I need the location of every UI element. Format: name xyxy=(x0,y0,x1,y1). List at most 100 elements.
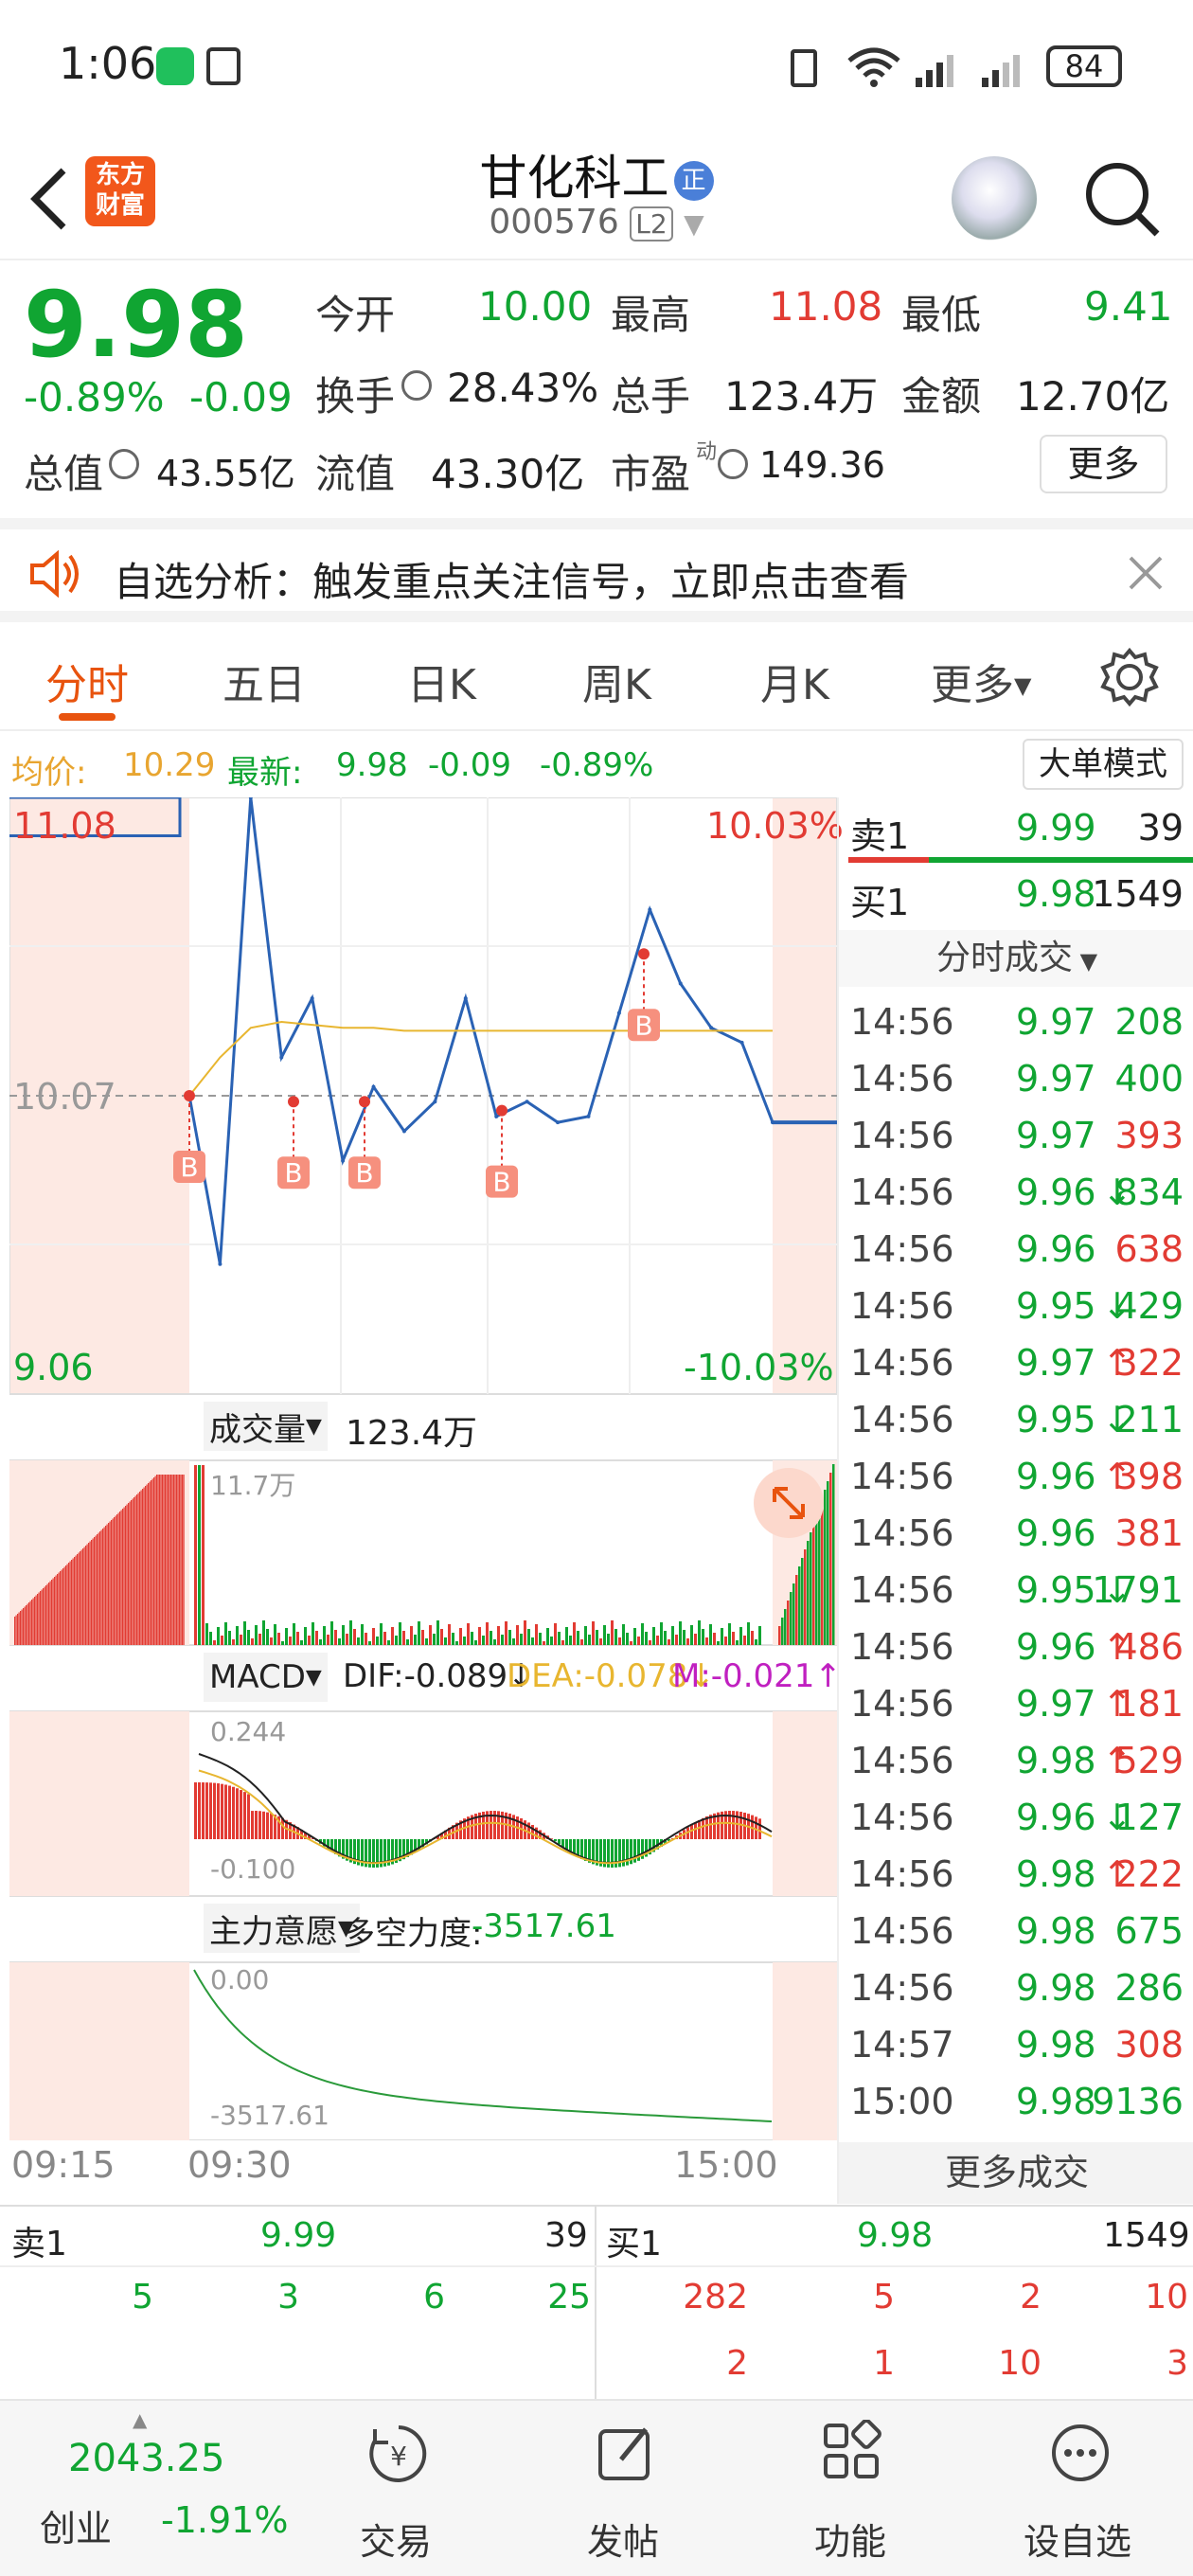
volume-bar xyxy=(330,1621,333,1645)
volume-bar xyxy=(23,1608,25,1645)
price-point xyxy=(616,1011,621,1015)
info-icon[interactable] xyxy=(401,370,432,401)
intraday-chart[interactable]: B B B B B 11.08 10.07 9.06 10.03% -10.03% 成交… xyxy=(9,796,844,2186)
volume-bar xyxy=(89,1541,91,1645)
trade-time: 14:56 xyxy=(850,1967,954,2009)
macd-bar xyxy=(758,1818,761,1839)
vibrate-icon xyxy=(791,49,817,87)
volume-bar xyxy=(743,1636,746,1645)
force-value: -3517.61 xyxy=(472,1907,616,1945)
volume-bar xyxy=(86,1544,88,1645)
volume-bar xyxy=(103,1527,105,1645)
pct-axis-high: 10.03% xyxy=(706,805,844,847)
volume-bar xyxy=(717,1641,720,1645)
price-axis-low: 9.06 xyxy=(13,1347,94,1388)
nav-post[interactable]: 发帖 xyxy=(528,2401,718,2576)
volume-bar xyxy=(801,1558,804,1645)
volume-bar xyxy=(41,1589,43,1645)
tab-daily-k[interactable]: 日K xyxy=(407,651,476,711)
settings-button[interactable] xyxy=(1098,646,1161,712)
volume-bar xyxy=(391,1627,394,1645)
trade-price: 9.97 xyxy=(1016,1001,1096,1043)
nav-functions[interactable]: 功能 xyxy=(756,2401,945,2576)
trade-row: 15:00 9.98 9136 xyxy=(850,2081,1191,2138)
volume-bar xyxy=(300,1640,303,1645)
sell1-label: 卖1 xyxy=(850,815,910,857)
index-ticker[interactable]: ▲ 2043.25 创业 -1.91% xyxy=(0,2401,303,2576)
more-button[interactable]: 更多 xyxy=(1040,435,1167,493)
info-icon[interactable] xyxy=(718,449,748,479)
force-selector[interactable]: 主力意愿 ▼ xyxy=(204,1904,360,1953)
volume-bar xyxy=(236,1626,239,1645)
volume-bar xyxy=(88,1543,90,1645)
volume-bar xyxy=(221,1636,223,1645)
expand-button[interactable] xyxy=(754,1468,824,1538)
volume-bar xyxy=(108,1523,110,1645)
trade-price: 9.96 xyxy=(1016,1456,1096,1497)
analysis-banner[interactable]: 自选分析：触发重点关注信号，立即点击查看 xyxy=(0,518,1193,622)
force-label: 多空力度: xyxy=(343,1915,483,1953)
volume-bar xyxy=(78,1552,80,1645)
volume-bar xyxy=(116,1514,118,1645)
volume-bar xyxy=(148,1483,150,1645)
depth-sell-price: 9.99 xyxy=(260,2216,337,2255)
tab-more[interactable]: 更多▼ xyxy=(931,651,1031,711)
price-point xyxy=(433,1100,437,1104)
nav-add-watchlist[interactable]: 设自选 xyxy=(983,2401,1172,2576)
depth-sell-cell: 25 xyxy=(547,2278,591,2317)
tab-intraday[interactable]: 分时 xyxy=(45,651,129,711)
volume-bar xyxy=(40,1591,42,1645)
volume-bar xyxy=(123,1507,125,1645)
volume-bar xyxy=(683,1630,686,1645)
volume-bar xyxy=(436,1620,439,1645)
volume-bar xyxy=(174,1475,176,1645)
volume-bar xyxy=(32,1598,34,1645)
trade-price: 9.98 xyxy=(1016,2024,1096,2066)
volume-bar xyxy=(668,1639,670,1645)
tab-weekly-k[interactable]: 周K xyxy=(582,651,651,711)
volume-bar xyxy=(29,1601,31,1645)
info-icon[interactable] xyxy=(109,449,139,479)
price-point xyxy=(648,907,652,912)
volume-bar xyxy=(109,1521,111,1645)
macd-bar xyxy=(270,1813,273,1839)
volume-bar xyxy=(296,1632,299,1645)
open-value: 10.00 xyxy=(478,283,593,330)
svg-text:¥: ¥ xyxy=(390,2441,407,2472)
expand-icon xyxy=(773,1487,805,1519)
volume-bar xyxy=(80,1549,82,1645)
volume-bar xyxy=(724,1637,727,1645)
volume-bar xyxy=(812,1524,815,1645)
sell1-row: 卖1 9.99 39 xyxy=(850,807,1191,864)
trade-row: 14:56 9.97 ↑ 322 xyxy=(850,1342,1191,1399)
latest-label: 最新: xyxy=(227,754,303,792)
big-order-mode-button[interactable]: 大单模式 xyxy=(1023,739,1184,790)
search-button[interactable] xyxy=(1079,156,1165,245)
volume-bar xyxy=(140,1490,142,1645)
level-badge: L2 xyxy=(630,206,673,242)
trade-time: 14:56 xyxy=(850,1740,954,1781)
price-point xyxy=(739,1040,744,1045)
macd-bar xyxy=(262,1811,265,1839)
tab-five-day[interactable]: 五日 xyxy=(223,651,306,711)
volume-bar xyxy=(120,1510,122,1645)
volume-bar xyxy=(68,1563,70,1645)
more-trades-button[interactable]: 更多成交 xyxy=(839,2142,1193,2204)
trades-header[interactable]: 分时成交 ▼ xyxy=(839,930,1193,987)
macd-bar xyxy=(209,1782,212,1839)
pe-superscript: 动 xyxy=(696,440,718,464)
trade-volume: 675 xyxy=(1114,1910,1184,1952)
robot-assistant-icon[interactable] xyxy=(952,156,1037,242)
volume-bar xyxy=(163,1475,165,1645)
volume-bar xyxy=(421,1630,424,1645)
dropdown-icon: ▼ xyxy=(684,208,704,240)
volume-bar xyxy=(736,1640,739,1645)
volume-selector[interactable]: 成交量 ▼ xyxy=(204,1402,328,1451)
close-icon[interactable] xyxy=(1125,552,1166,598)
tab-monthly-k[interactable]: 月K xyxy=(760,651,829,711)
macd-selector[interactable]: MACD ▼ xyxy=(204,1653,328,1702)
nav-trade[interactable]: ¥ 交易 xyxy=(301,2401,490,2576)
trade-price: 9.98 xyxy=(1016,1853,1096,1895)
sell1-vol: 39 xyxy=(1137,807,1184,849)
macd-bar xyxy=(217,1783,220,1839)
